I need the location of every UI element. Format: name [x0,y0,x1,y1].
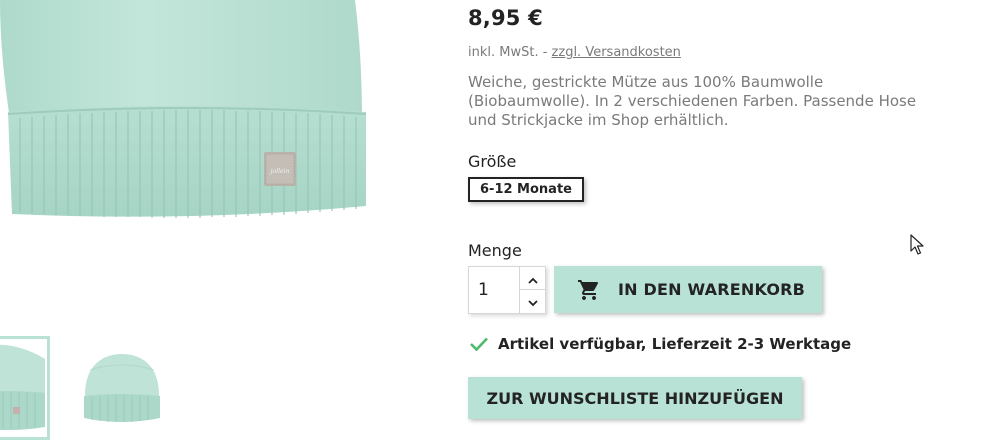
shipping-costs-link[interactable]: zzgl. Versandkosten [552,45,681,60]
quantity-decrease-button[interactable] [519,290,546,313]
thumbnail-image-1[interactable] [0,336,50,440]
chevron-up-icon [528,269,538,288]
svg-text:jollein: jollein [269,168,290,175]
check-icon [468,333,490,355]
add-to-cart-button[interactable]: IN DEN WARENKORB [554,266,822,313]
tax-info: inkl. MwSt. - zzgl. Versandkosten [468,45,681,60]
product-main-image[interactable]: jollein [0,0,380,232]
chevron-down-icon [528,292,538,311]
shopping-cart-icon [576,277,602,303]
availability-text: Artikel verfügbar, Lieferzeit 2-3 Werkta… [498,335,852,353]
tax-label: inkl. MwSt. - [468,45,552,60]
quantity-input[interactable] [469,267,519,313]
thumbnail-image-2[interactable] [80,336,162,440]
add-to-cart-label: IN DEN WARENKORB [618,280,806,299]
quantity-stepper [468,266,546,314]
size-option-selected[interactable]: 6-12 Monate [468,177,584,202]
size-label: Größe [468,152,517,171]
quantity-label: Menge [468,241,522,260]
mouse-pointer-icon [910,234,924,256]
product-description: Weiche, gestrickte Mütze aus 100% Baumwo… [468,73,917,129]
availability-status: Artikel verfügbar, Lieferzeit 2-3 Werkta… [468,333,851,355]
quantity-increase-button[interactable] [519,267,546,290]
brand-tag-logo: jollein [264,152,296,186]
add-to-wishlist-button[interactable]: ZUR WUNSCHLISTE HINZUFÜGEN [468,377,802,419]
product-price: 8,95 € [468,6,543,30]
